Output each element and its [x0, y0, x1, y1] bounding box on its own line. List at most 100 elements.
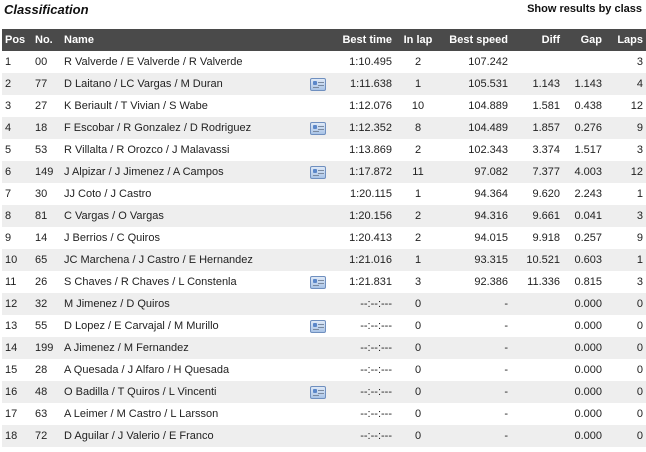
show-results-by-class-link[interactable]: Show results by class: [527, 3, 642, 15]
cell-pos: 1: [5, 56, 12, 68]
table-row[interactable]: 8 81 C Vargas / O Vargas 1:20.156 2 94.316 9.6…: [2, 205, 646, 227]
cell-pos: 17: [5, 408, 18, 420]
table-row[interactable]: 1 00 R Valverde / E Valverde / R Valverde 1…: [2, 51, 646, 73]
table-row[interactable]: 5 53 R Villalta / R Orozco / J Malavassi 1:…: [2, 139, 646, 161]
cell-gap: 0.000: [574, 342, 602, 354]
cell-no: 199: [35, 342, 54, 354]
cell-name: D Laitano / LC Vargas / M Duran: [64, 78, 223, 90]
col-header-laps[interactable]: Laps: [605, 29, 646, 51]
table-body: 1 00 R Valverde / E Valverde / R Valverde 1…: [2, 51, 646, 447]
col-header-name[interactable]: Name: [61, 29, 307, 51]
cell-in-lap: 0: [414, 408, 422, 420]
cell-best-speed: -: [504, 298, 508, 310]
cell-in-lap: 0: [414, 430, 422, 442]
cell-laps: 9: [636, 232, 643, 244]
cell-best-time: 1:13.869: [349, 144, 392, 156]
cell-icon: [307, 117, 329, 139]
col-header-best-speed[interactable]: Best speed: [441, 29, 511, 51]
cell-best-speed: 104.489: [468, 122, 508, 134]
cell-in-lap: 2: [414, 210, 422, 222]
cell-best-time: --:--:---: [360, 430, 392, 442]
cell-laps: 0: [636, 342, 643, 354]
table-row[interactable]: 3 27 K Beriault / T Vivian / S Wabe 1:12.07…: [2, 95, 646, 117]
cell-best-time: --:--:---: [360, 298, 392, 310]
cell-in-lap: 0: [414, 364, 422, 376]
cell-gap: 0.000: [574, 364, 602, 376]
cell-diff: 1.581: [532, 100, 560, 112]
comment-icon[interactable]: [310, 385, 326, 399]
cell-laps: 3: [636, 144, 643, 156]
col-header-pos[interactable]: Pos: [2, 29, 32, 51]
cell-gap: 0.000: [574, 386, 602, 398]
cell-diff: [511, 293, 563, 315]
table-row[interactable]: 16 48 O Badilla / T Quiros / L Vincenti --:…: [2, 381, 646, 403]
cell-best-speed: 105.531: [468, 78, 508, 90]
cell-in-lap: 2: [414, 232, 422, 244]
cell-best-time: --:--:---: [360, 408, 392, 420]
cell-diff: 11.336: [527, 276, 560, 288]
cell-best-time: 1:21.831: [349, 276, 392, 288]
col-header-gap[interactable]: Gap: [563, 29, 605, 51]
table-row[interactable]: 11 26 S Chaves / R Chaves / L Constenla 1:2…: [2, 271, 646, 293]
cell-in-lap: 1: [414, 188, 422, 200]
table-row[interactable]: 12 32 M Jimenez / D Quiros --:--:--- 0 - 0.000…: [2, 293, 646, 315]
cell-name: O Badilla / T Quiros / L Vincenti: [64, 386, 217, 398]
comment-icon[interactable]: [310, 77, 326, 91]
cell-gap: 0.276: [574, 122, 602, 134]
cell-gap: 0.000: [574, 408, 602, 420]
cell-pos: 14: [5, 342, 18, 354]
col-header-best-time[interactable]: Best time: [329, 29, 395, 51]
cell-name: JC Marchena / J Castro / E Hernandez: [64, 254, 253, 266]
table-row[interactable]: 9 14 J Berrios / C Quiros 1:20.413 2 94.015 9.…: [2, 227, 646, 249]
cell-icon: [307, 95, 329, 117]
table-row[interactable]: 15 28 A Quesada / J Alfaro / H Quesada --:-…: [2, 359, 646, 381]
table-row[interactable]: 7 30 JJ Coto / J Castro 1:20.115 1 94.364 9.62…: [2, 183, 646, 205]
cell-icon: [307, 359, 329, 381]
table-row[interactable]: 18 72 D Aguilar / J Valerio / E Franco --:-…: [2, 425, 646, 447]
cell-no: 53: [35, 144, 48, 156]
comment-icon[interactable]: [310, 165, 326, 179]
cell-laps: 12: [630, 166, 643, 178]
table-header-row: Pos No. Name Best time In lap Best speed…: [2, 29, 646, 51]
table-row[interactable]: 10 65 JC Marchena / J Castro / E Hernandez…: [2, 249, 646, 271]
cell-name: D Aguilar / J Valerio / E Franco: [64, 430, 214, 442]
col-header-in-lap[interactable]: In lap: [395, 29, 441, 51]
cell-diff: [511, 51, 563, 73]
cell-diff: [511, 359, 563, 381]
cell-pos: 13: [5, 320, 18, 332]
cell-no: 26: [35, 276, 48, 288]
cell-in-lap: 2: [414, 144, 422, 156]
table-row[interactable]: 4 18 F Escobar / R Gonzalez / D Rodriguez 1…: [2, 117, 646, 139]
table-row[interactable]: 13 55 D Lopez / E Carvajal / M Murillo --:-…: [2, 315, 646, 337]
cell-gap: 0.000: [574, 320, 602, 332]
cell-diff: 9.918: [532, 232, 560, 244]
comment-icon[interactable]: [310, 319, 326, 333]
table-row[interactable]: 6 149 J Alpizar / J Jimenez / A Campos 1:17…: [2, 161, 646, 183]
cell-in-lap: 11: [412, 166, 424, 178]
cell-icon: [307, 271, 329, 293]
cell-laps: 3: [636, 210, 643, 222]
cell-name: R Villalta / R Orozco / J Malavassi: [64, 144, 230, 156]
comment-icon[interactable]: [310, 121, 326, 135]
cell-icon: [307, 425, 329, 447]
cell-diff: [511, 337, 563, 359]
cell-no: 30: [35, 188, 48, 200]
cell-pos: 16: [5, 386, 18, 398]
cell-laps: 3: [636, 276, 643, 288]
cell-in-lap: 3: [414, 276, 422, 288]
cell-gap: 0.000: [574, 298, 602, 310]
col-header-no[interactable]: No.: [32, 29, 61, 51]
table-row[interactable]: 14 199 A Jimenez / M Fernandez --:--:--- 0 - 0…: [2, 337, 646, 359]
comment-icon[interactable]: [310, 275, 326, 289]
cell-best-speed: 94.015: [474, 232, 508, 244]
table-row[interactable]: 17 63 A Leimer / M Castro / L Larsson --:--…: [2, 403, 646, 425]
cell-laps: 0: [636, 408, 643, 420]
cell-best-speed: 94.364: [474, 188, 508, 200]
cell-pos: 3: [5, 100, 12, 112]
cell-gap: 4.003: [574, 166, 602, 178]
cell-diff: 1.857: [532, 122, 560, 134]
cell-best-speed: -: [504, 430, 508, 442]
col-header-diff[interactable]: Diff: [511, 29, 563, 51]
table-row[interactable]: 2 77 D Laitano / LC Vargas / M Duran 1:11.6…: [2, 73, 646, 95]
cell-best-speed: -: [504, 386, 508, 398]
